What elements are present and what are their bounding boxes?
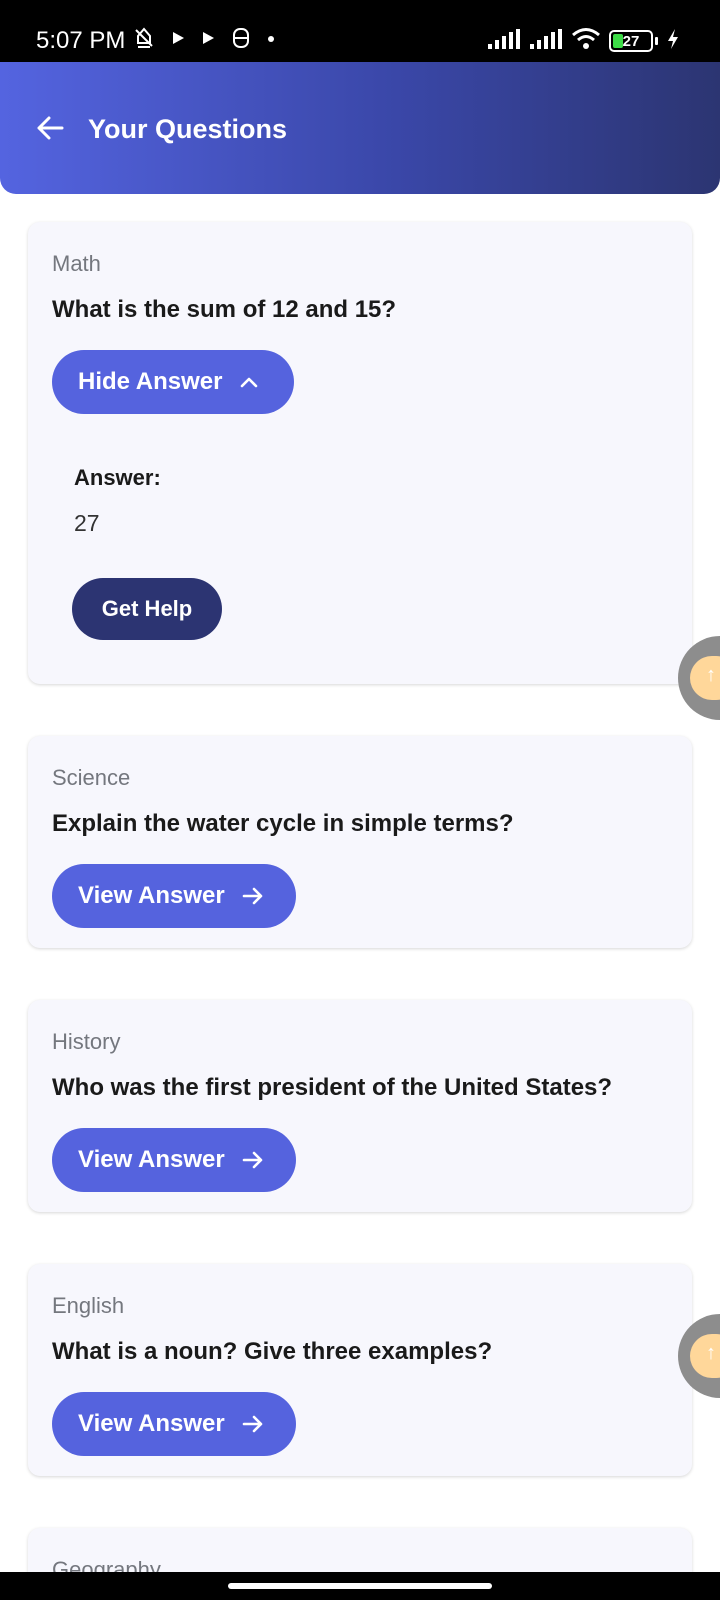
button-label: View Answer — [78, 1146, 225, 1173]
question-text: Who was the first president of the Unite… — [52, 1074, 613, 1101]
back-button[interactable] — [30, 110, 70, 150]
play-icon — [170, 30, 186, 51]
question-card: History Who was the first president of t… — [28, 1000, 692, 1212]
question-text: What is the sum of 12 and 15? — [52, 296, 397, 323]
signal-icon — [487, 28, 521, 55]
system-icons: 27 — [487, 26, 680, 56]
arrow-right-icon — [241, 1413, 265, 1435]
button-label: View Answer — [78, 882, 225, 909]
signal-icon — [529, 28, 563, 55]
answer-value: 27 — [74, 510, 100, 536]
get-help-button[interactable]: Get Help — [72, 578, 222, 640]
arrow-left-icon — [35, 113, 65, 148]
battery-icon: 27 — [609, 30, 653, 52]
arrow-right-icon — [241, 885, 265, 907]
question-card: Math What is the sum of 12 and 15? Hide … — [28, 222, 692, 684]
play-icon — [200, 30, 216, 51]
battery-level: 27 — [622, 32, 640, 50]
page-title: Your Questions — [88, 114, 288, 144]
chevron-up-icon — [238, 371, 260, 393]
home-gesture-handle[interactable] — [228, 1583, 492, 1589]
app-header: Your Questions — [0, 62, 720, 194]
question-text: What is a noun? Give three examples? — [52, 1338, 493, 1365]
status-time: 5:07 PM — [36, 27, 126, 54]
sync-icon — [230, 27, 252, 54]
view-answer-button[interactable]: View Answer — [52, 864, 296, 928]
question-subject: Math — [52, 251, 101, 276]
view-answer-button[interactable]: View Answer — [52, 1392, 296, 1456]
muted-alarm-icon — [132, 26, 156, 55]
question-subject: English — [52, 1293, 125, 1318]
arrow-up-icon: ↑ — [706, 664, 716, 686]
charging-icon — [666, 28, 680, 55]
question-card: English What is a noun? Give three examp… — [28, 1264, 692, 1476]
button-label: View Answer — [78, 1410, 225, 1437]
navigation-bar — [0, 1572, 720, 1600]
hide-answer-button[interactable]: Hide Answer — [52, 350, 294, 414]
question-subject: History — [52, 1029, 121, 1054]
arrow-up-icon: ↑ — [706, 1342, 716, 1364]
question-subject: Science — [52, 765, 131, 790]
button-label: Hide Answer — [78, 368, 223, 395]
dot-icon — [266, 31, 276, 49]
answer-label: Answer: — [74, 465, 161, 490]
question-card: Science Explain the water cycle in simpl… — [28, 736, 692, 948]
notification-icons — [132, 24, 276, 56]
question-text: Explain the water cycle in simple terms? — [52, 810, 514, 837]
wifi-icon — [571, 27, 601, 56]
view-answer-button[interactable]: View Answer — [52, 1128, 296, 1192]
status-bar: 5:07 PM 27 — [0, 0, 720, 62]
arrow-right-icon — [241, 1149, 265, 1171]
